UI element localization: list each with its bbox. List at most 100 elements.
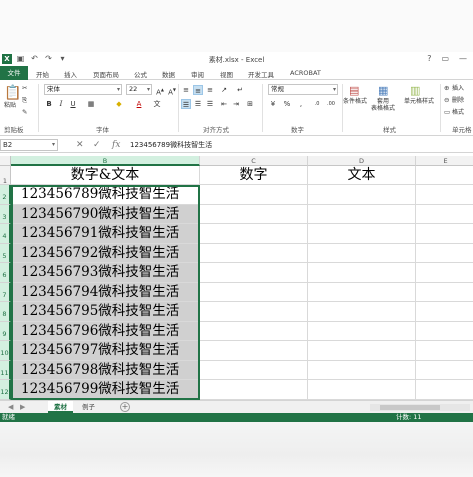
bold-button[interactable]: B: [44, 99, 54, 109]
row-header-10[interactable]: 10: [0, 341, 11, 361]
font-color-icon[interactable]: A: [134, 99, 144, 109]
tab-data[interactable]: 数据: [162, 69, 175, 79]
cell-d11[interactable]: [308, 360, 416, 380]
cell-e10[interactable]: [416, 341, 473, 361]
borders-icon[interactable]: ▦: [86, 99, 96, 109]
help-icon[interactable]: ?: [427, 54, 431, 63]
cell-e1[interactable]: [416, 166, 473, 185]
cell-styles-label[interactable]: 单元格样式: [401, 98, 437, 105]
row-header-12[interactable]: 12: [0, 380, 11, 400]
cell-c11[interactable]: [200, 360, 308, 380]
cell-c3[interactable]: [200, 204, 308, 224]
cell-c7[interactable]: [200, 282, 308, 302]
grow-font-icon[interactable]: A▲: [155, 85, 165, 96]
tab-insert[interactable]: 插入: [64, 69, 77, 79]
column-header-c[interactable]: C: [200, 156, 308, 166]
align-right-icon[interactable]: ☰: [205, 99, 215, 109]
formula-input[interactable]: 123456789微科技智生活: [130, 139, 212, 151]
shrink-font-icon[interactable]: A▼: [167, 85, 177, 96]
fill-color-icon[interactable]: ◆: [114, 99, 124, 109]
copy-icon[interactable]: ⎘: [22, 96, 27, 105]
cancel-icon[interactable]: ✕: [76, 139, 84, 151]
paste-label[interactable]: 粘贴: [2, 102, 18, 109]
tab-page-layout[interactable]: 页面布局: [93, 69, 119, 79]
cell-b9[interactable]: 123456796微科技智生活: [11, 321, 200, 341]
align-top-icon[interactable]: ≡: [181, 85, 191, 95]
minimize-icon[interactable]: —: [459, 54, 467, 63]
cell-e4[interactable]: [416, 224, 473, 244]
decrease-indent-icon[interactable]: ⇤: [219, 99, 229, 109]
tab-home[interactable]: 开始: [36, 69, 49, 79]
wrap-text-icon[interactable]: ↵: [235, 85, 245, 95]
cell-e8[interactable]: [416, 302, 473, 322]
cell-c6[interactable]: [200, 263, 308, 283]
format-as-table-label[interactable]: 套用 表格格式: [370, 98, 396, 112]
cell-b2[interactable]: 123456789微科技智生活: [11, 185, 200, 205]
cell-d10[interactable]: [308, 341, 416, 361]
cut-icon[interactable]: ✂: [22, 84, 27, 93]
column-header-e[interactable]: E: [416, 156, 473, 166]
merge-center-icon[interactable]: ⊞: [245, 99, 255, 109]
italic-button[interactable]: I: [56, 99, 66, 109]
column-header-d[interactable]: D: [308, 156, 416, 166]
horizontal-scrollbar[interactable]: [370, 404, 470, 411]
cell-c12[interactable]: [200, 380, 308, 400]
cell-b11[interactable]: 123456798微科技智生活: [11, 360, 200, 380]
cell-b6[interactable]: 123456793微科技智生活: [11, 263, 200, 283]
delete-cells-label[interactable]: 删除: [452, 97, 464, 104]
cell-c9[interactable]: [200, 321, 308, 341]
row-header-4[interactable]: 4: [0, 224, 11, 244]
name-box[interactable]: B2 ▾: [0, 139, 58, 151]
align-left-icon[interactable]: ☰: [181, 99, 191, 109]
format-cells-icon[interactable]: ▭: [444, 108, 450, 117]
cell-c8[interactable]: [200, 302, 308, 322]
row-header-2[interactable]: 2: [0, 185, 11, 205]
paste-icon[interactable]: 📋: [4, 86, 21, 100]
format-painter-icon[interactable]: ✎: [22, 108, 27, 117]
row-header-8[interactable]: 8: [0, 302, 11, 322]
comma-style-icon[interactable]: ,: [296, 99, 306, 109]
currency-icon[interactable]: ¥: [268, 99, 278, 109]
cell-e2[interactable]: [416, 185, 473, 205]
cell-e9[interactable]: [416, 322, 473, 341]
format-as-table-icon[interactable]: ▦: [378, 85, 388, 96]
cell-c2[interactable]: [200, 185, 308, 205]
cell-e11[interactable]: [416, 361, 473, 380]
sheet-next-icon[interactable]: ▶: [20, 403, 25, 411]
row-header-6[interactable]: 6: [0, 263, 11, 283]
tab-acrobat[interactable]: ACROBAT: [290, 69, 321, 77]
cell-d7[interactable]: [308, 282, 416, 302]
cell-b7[interactable]: 123456794微科技智生活: [11, 282, 200, 302]
tab-file[interactable]: 文件: [0, 66, 28, 80]
conditional-format-label[interactable]: 条件格式: [342, 98, 368, 105]
font-name-combo[interactable]: 宋体 ▾: [44, 84, 122, 95]
cell-d9[interactable]: [308, 321, 416, 341]
scrollbar-thumb[interactable]: [380, 405, 440, 410]
tab-review[interactable]: 审阅: [191, 69, 204, 79]
cell-e3[interactable]: [416, 205, 473, 224]
increase-decimal-icon[interactable]: .0: [312, 99, 322, 109]
cell-c10[interactable]: [200, 341, 308, 361]
cell-b8[interactable]: 123456795微科技智生活: [11, 302, 200, 322]
row-header-5[interactable]: 5: [0, 243, 11, 263]
increase-indent-icon[interactable]: ⇥: [231, 99, 241, 109]
underline-button[interactable]: U: [68, 99, 78, 109]
align-bottom-icon[interactable]: ≡: [205, 85, 215, 95]
sheet-tab-material[interactable]: 素材: [48, 401, 73, 413]
row-header-7[interactable]: 7: [0, 282, 11, 302]
align-middle-icon[interactable]: ≡: [193, 85, 203, 95]
row-header-9[interactable]: 9: [0, 321, 11, 341]
conditional-format-icon[interactable]: ▤: [349, 85, 359, 96]
row-header-3[interactable]: 3: [0, 204, 11, 224]
font-size-combo[interactable]: 22 ▾: [126, 84, 152, 95]
cell-b1[interactable]: 数字&文本: [11, 166, 200, 185]
orientation-icon[interactable]: ↗: [219, 85, 229, 95]
tab-formulas[interactable]: 公式: [134, 69, 147, 79]
cell-b12[interactable]: 123456799微科技智生活: [11, 380, 200, 400]
cell-d1[interactable]: 文本: [308, 166, 416, 185]
cell-e5[interactable]: [416, 244, 473, 263]
cell-b4[interactable]: 123456791微科技智生活: [11, 224, 200, 244]
enter-icon[interactable]: ✓: [93, 139, 101, 151]
sheet-tab-example[interactable]: 例子: [76, 401, 101, 413]
cell-c4[interactable]: [200, 224, 308, 244]
